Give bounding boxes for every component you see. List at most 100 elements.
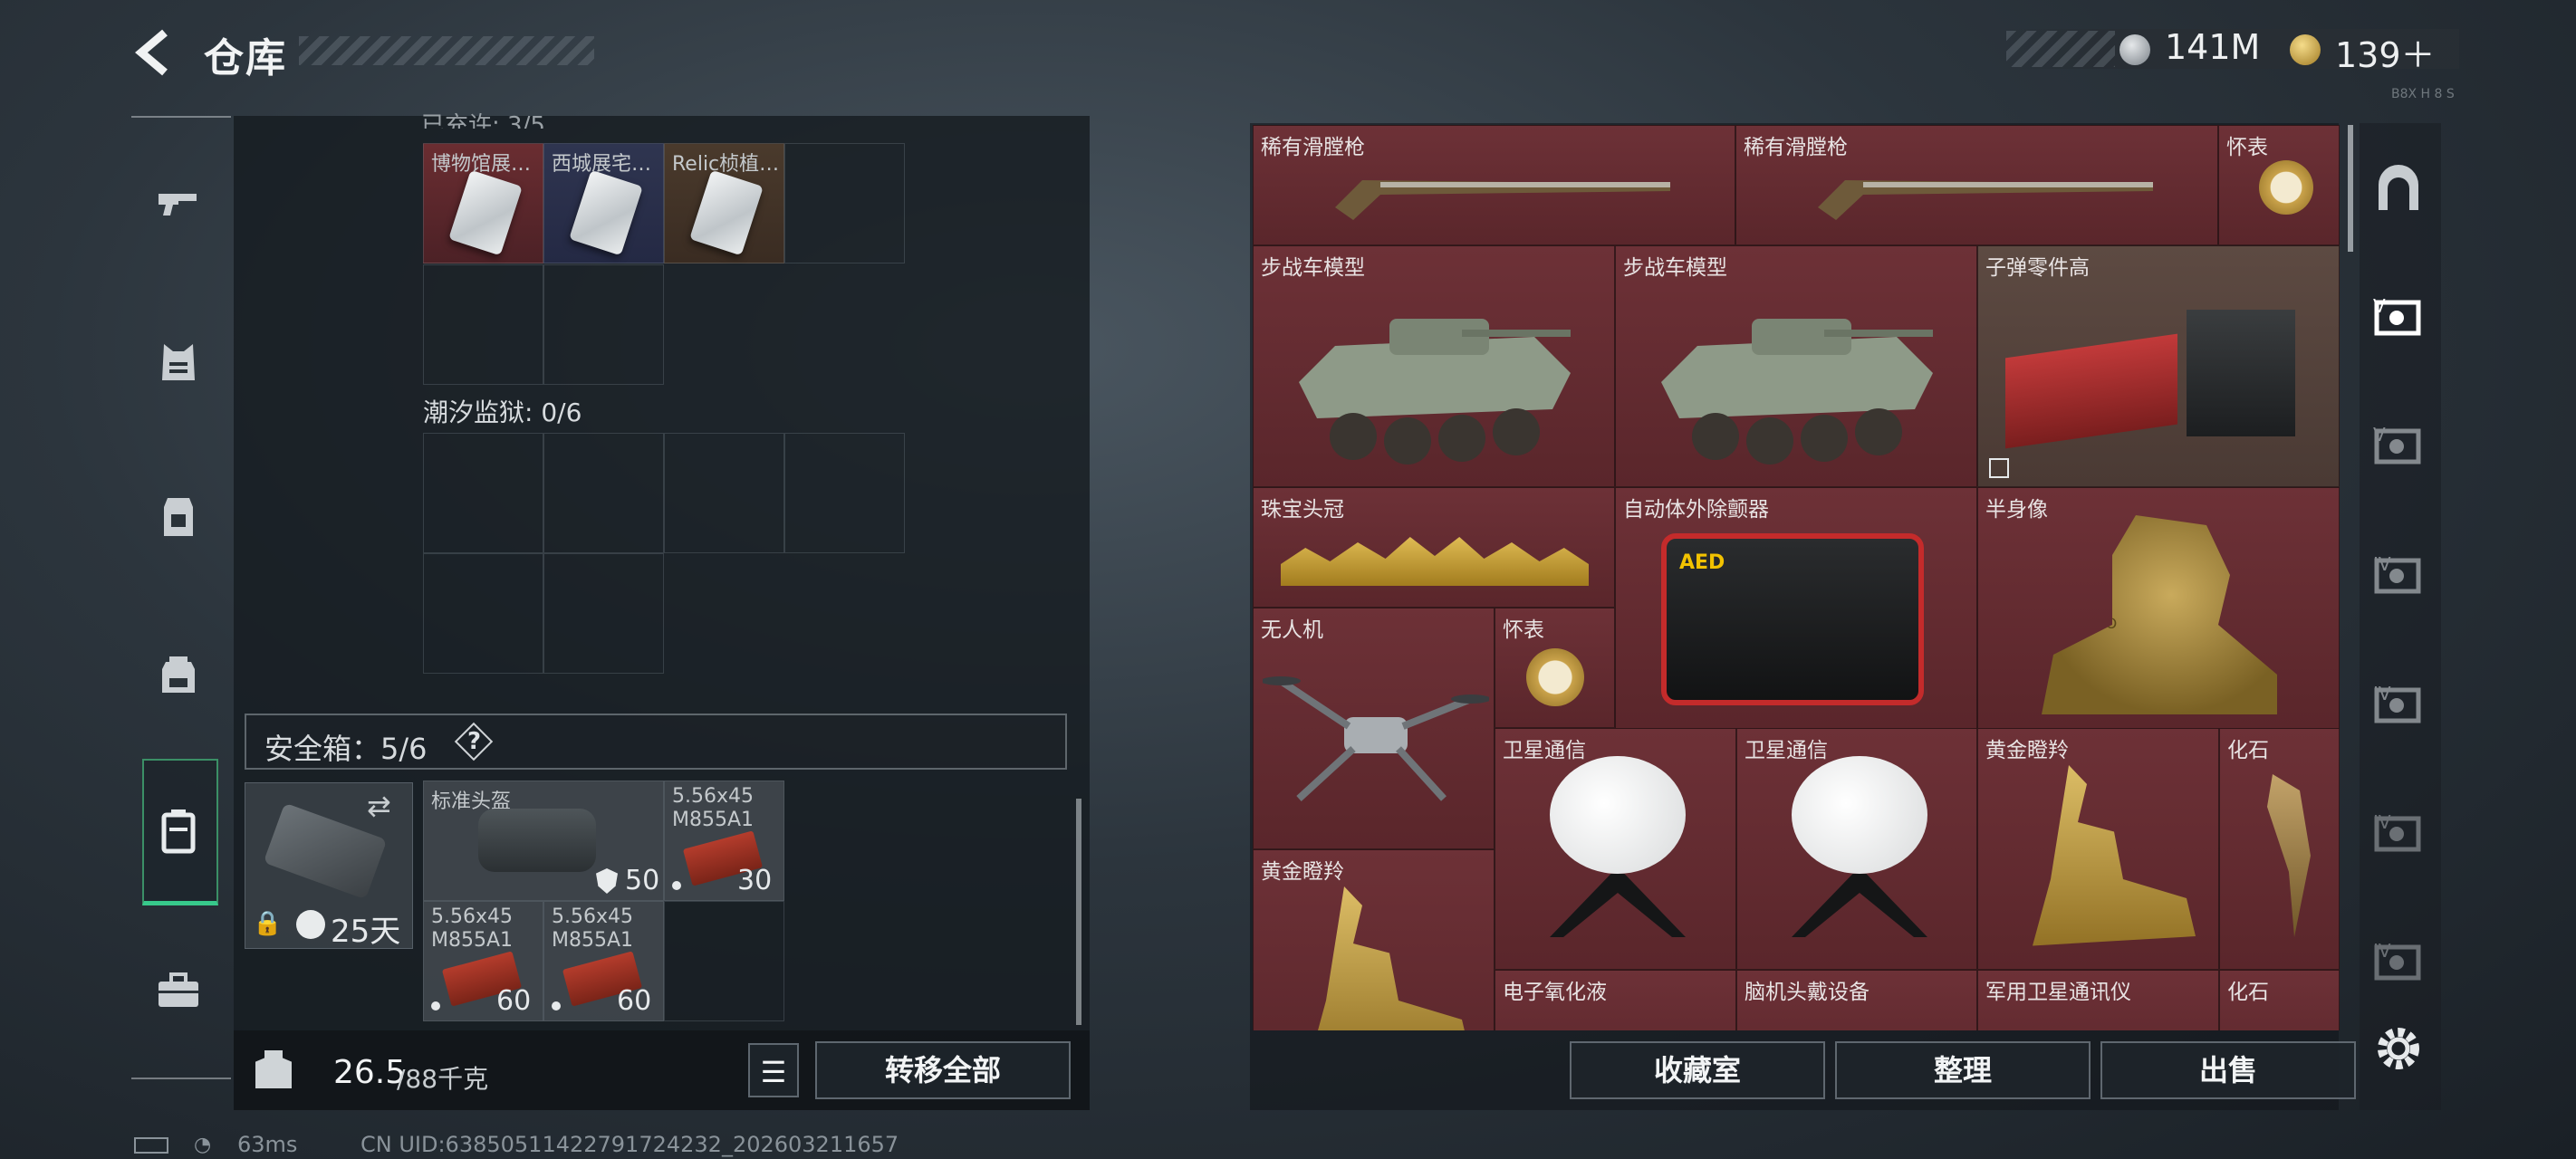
grid-item[interactable]: 黄金瞪羚: [1253, 849, 1495, 1030]
safe-days-remaining: 25天: [331, 914, 401, 950]
ammo-item[interactable]: 5.56x45 M855A1 30: [664, 781, 784, 901]
grid-item[interactable]: 化石: [2219, 728, 2340, 970]
card-item-icon: [689, 169, 764, 256]
tier-label: IV: [2373, 940, 2391, 962]
clock-icon: [296, 910, 325, 939]
safebox-icon[interactable]: [151, 804, 206, 858]
empty-slot[interactable]: [543, 553, 664, 674]
grid-item[interactable]: 怀表: [2218, 125, 2340, 245]
relic-slot[interactable]: 博物馆展…: [423, 143, 543, 263]
list-view-button[interactable]: ☰: [748, 1043, 799, 1097]
title-decoration: [299, 36, 594, 65]
ammo-count: 60: [496, 985, 532, 1017]
grid-item[interactable]: 脑机头戴设备: [1736, 970, 1977, 1030]
collection-room-button[interactable]: 收藏室: [1570, 1041, 1825, 1099]
item-label: 黄金瞪羚: [1985, 739, 2069, 762]
item-label: 卫星通信: [1745, 739, 1828, 762]
grid-item[interactable]: 怀表: [1495, 608, 1615, 728]
satellite-dish-icon: [1792, 756, 1927, 874]
grid-item[interactable]: 黄金瞪羚: [1977, 728, 2219, 970]
back-arrow-icon[interactable]: [129, 27, 179, 78]
sell-button[interactable]: 出售: [2100, 1041, 2356, 1099]
silver-coin-icon: [2119, 34, 2150, 65]
weapon-icon[interactable]: [151, 174, 206, 228]
warehouse-arch-icon[interactable]: [2373, 163, 2424, 214]
item-label: 怀表: [1503, 618, 1544, 642]
ammo-count: 30: [737, 865, 773, 896]
swap-icon[interactable]: ⇄: [367, 789, 391, 823]
empty-slot[interactable]: [423, 433, 543, 553]
empty-slot[interactable]: [543, 264, 664, 385]
left-scrollbar[interactable]: [1076, 799, 1081, 1025]
empty-slot[interactable]: [664, 901, 784, 1021]
no-insure-icon: [1989, 458, 2009, 478]
safe-help-icon[interactable]: ?: [454, 722, 494, 761]
item-label: 化石: [2227, 739, 2269, 762]
storage-tier-tab[interactable]: IV: [2373, 548, 2424, 599]
tier-label: V: [2373, 424, 2386, 445]
empty-slot[interactable]: [423, 264, 543, 385]
ammo-dot-icon: [672, 881, 681, 890]
storage-tier-tab[interactable]: V: [2373, 418, 2424, 469]
tripod-icon: [1792, 874, 1927, 937]
right-scrollbar[interactable]: [2348, 125, 2353, 252]
settings-gear-icon[interactable]: [2373, 1023, 2424, 1074]
battery-icon: [134, 1137, 168, 1154]
backpack-icon[interactable]: [151, 647, 206, 702]
chest-rig-icon[interactable]: [151, 491, 206, 545]
ammo-item[interactable]: 5.56x45 M855A1 60: [423, 901, 543, 1021]
card-item-icon: [448, 169, 523, 256]
grid-item[interactable]: 无人机: [1253, 608, 1495, 849]
museum-slot-grid-row2: [423, 264, 668, 386]
grid-item[interactable]: 电子氧化液: [1495, 970, 1736, 1030]
item-label: 军用卫星通讯仪: [1985, 981, 2131, 1004]
grid-item[interactable]: 步战车模型: [1253, 245, 1615, 487]
grid-item[interactable]: 半身像 CATO: [1977, 487, 2340, 729]
grid-item[interactable]: 自动体外除颤器 AED: [1615, 487, 1977, 729]
currency-a-value: 141M: [2165, 27, 2261, 67]
item-label: 电子氧化液: [1503, 981, 1607, 1004]
grid-item[interactable]: 卫星通信: [1495, 728, 1736, 970]
storage-tier-tab[interactable]: IV: [2373, 934, 2424, 985]
tripod-icon: [1550, 874, 1686, 937]
grid-item[interactable]: 化石: [2219, 970, 2340, 1030]
empty-slot[interactable]: [543, 433, 664, 553]
empty-slot[interactable]: [784, 433, 905, 553]
helmet-item[interactable]: 标准头盔 50: [423, 781, 664, 901]
relic-slot[interactable]: Relic桢植…: [664, 143, 784, 263]
grid-item[interactable]: 稀有滑膛枪: [1735, 125, 2218, 245]
grid-item[interactable]: 子弹零件高: [1977, 245, 2340, 487]
grid-item[interactable]: 军用卫星通讯仪: [1977, 970, 2219, 1030]
ping-text: 63ms: [237, 1132, 298, 1157]
ammo-label-a: 5.56x45: [431, 905, 513, 928]
tiara-icon: [1281, 537, 1589, 586]
grid-item[interactable]: 卫星通信: [1736, 728, 1977, 970]
empty-slot[interactable]: [664, 433, 784, 553]
toolbox-icon[interactable]: [151, 963, 206, 1018]
museum-slot-grid: 博物馆展… 西城展宅… Relic桢植…: [423, 143, 908, 264]
bust-text: CATO: [2078, 615, 2118, 632]
armor-icon[interactable]: [151, 335, 206, 389]
empty-slot[interactable]: [423, 553, 543, 674]
build-tag: B8X H 8 S: [2391, 87, 2455, 101]
ammo-item[interactable]: 5.56x45 M855A1 60: [543, 901, 664, 1021]
grid-item[interactable]: 步战车模型: [1615, 245, 1977, 487]
helmet-durability: 50: [625, 865, 660, 896]
ammo-parts-crate-icon: [2005, 333, 2177, 449]
warehouse-grid: 稀有滑膛枪 稀有滑膛枪 怀表 步战车模型 步战车模型 子弹零件高 珠宝头冠 自动…: [1253, 125, 2340, 1030]
empty-slot[interactable]: [784, 143, 905, 263]
currency-b-value[interactable]: 139＋: [2335, 27, 2436, 77]
storage-tier-tab[interactable]: V: [2373, 290, 2424, 340]
transfer-all-button[interactable]: 转移全部: [815, 1041, 1071, 1099]
storage-tier-tab[interactable]: IV: [2373, 677, 2424, 728]
storage-tier-tab[interactable]: IV: [2373, 806, 2424, 857]
grid-item[interactable]: 珠宝头冠: [1253, 487, 1615, 608]
organize-button[interactable]: 整理: [1835, 1041, 2091, 1099]
uid-text: CN UID:638505114227917242​32_20260321165…: [360, 1132, 899, 1157]
safe-box-container-slot[interactable]: ⇄ 🔒 25天: [245, 782, 413, 950]
aed-device-icon: AED: [1661, 533, 1924, 705]
ammo-label-b: M855A1: [672, 809, 755, 831]
relic-slot-label: 博物馆展…: [431, 153, 532, 176]
grid-item[interactable]: 稀有滑膛枪: [1253, 125, 1735, 245]
relic-slot[interactable]: 西城展宅…: [543, 143, 664, 263]
